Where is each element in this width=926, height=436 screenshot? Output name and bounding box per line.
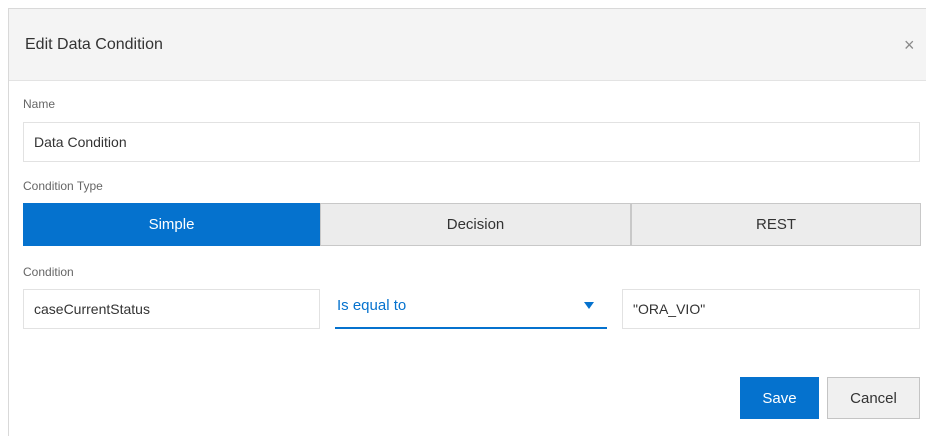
edit-data-condition-dialog: Edit Data Condition × Name Data Conditio… bbox=[8, 8, 926, 436]
condition-label: Condition bbox=[23, 265, 74, 279]
condition-type-label: Condition Type bbox=[23, 179, 103, 193]
dialog-header: Edit Data Condition × bbox=[9, 9, 926, 81]
cancel-button[interactable]: Cancel bbox=[827, 377, 920, 419]
dialog-title: Edit Data Condition bbox=[25, 36, 163, 53]
operator-select[interactable]: Is equal to bbox=[335, 289, 607, 329]
name-input[interactable]: Data Condition bbox=[23, 122, 920, 162]
condition-value-input[interactable]: "ORA_VIO" bbox=[622, 289, 920, 329]
condition-variable-input[interactable]: caseCurrentStatus bbox=[23, 289, 320, 329]
segment-decision[interactable]: Decision bbox=[320, 203, 631, 246]
segment-simple[interactable]: Simple bbox=[23, 203, 320, 246]
operator-select-value: Is equal to bbox=[337, 297, 407, 314]
segment-rest[interactable]: REST bbox=[631, 203, 921, 246]
save-button[interactable]: Save bbox=[740, 377, 819, 419]
caret-down-icon bbox=[584, 302, 594, 309]
name-label: Name bbox=[23, 97, 56, 111]
close-icon[interactable]: × bbox=[904, 35, 915, 56]
